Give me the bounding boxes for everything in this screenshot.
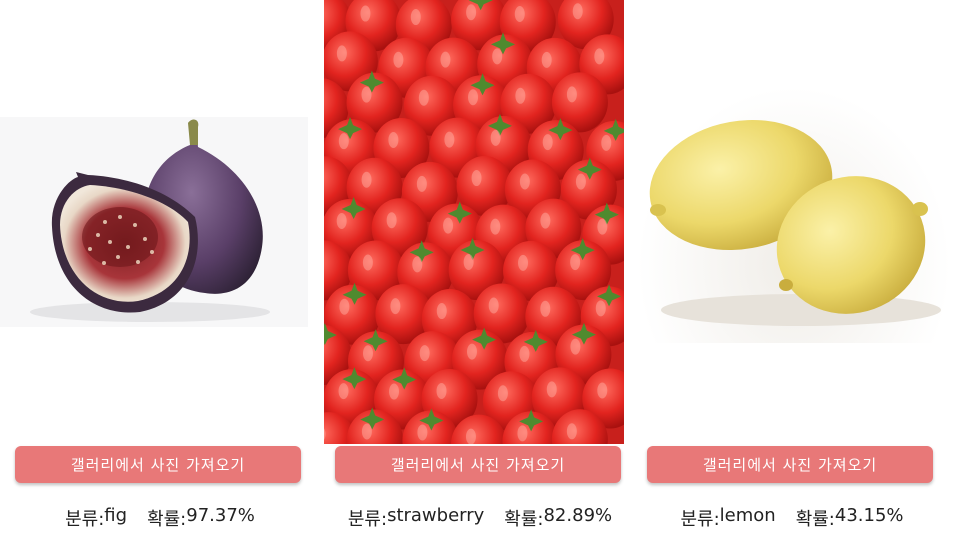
probability-value: 82.89% bbox=[543, 505, 613, 526]
classifier-panel-fig: 갤러리에서 사진 가져오기 분류: fig 확률: 97.37% bbox=[0, 0, 320, 550]
gallery-import-label: 갤러리에서 사진 가져오기 bbox=[702, 456, 878, 474]
class-label: 분류: bbox=[347, 509, 388, 530]
class-value: strawberry bbox=[387, 505, 485, 526]
class-value: lemon bbox=[719, 505, 776, 526]
classification-result: 분류: fig 확률: 97.37% bbox=[0, 505, 320, 531]
gallery-import-button[interactable]: 갤러리에서 사진 가져오기 bbox=[647, 446, 933, 483]
strawberry-photo bbox=[324, 0, 624, 444]
gallery-import-button[interactable]: 갤러리에서 사진 가져오기 bbox=[335, 446, 621, 483]
lemon-photo bbox=[636, 85, 952, 343]
class-value: fig bbox=[104, 505, 128, 526]
classifier-panel-lemon: 갤러리에서 사진 가져오기 분류: lemon 확률: 43.15% bbox=[632, 0, 952, 550]
probability-value: 43.15% bbox=[834, 505, 904, 526]
class-label: 분류: bbox=[680, 509, 720, 530]
probability-label: 확률: bbox=[795, 509, 835, 530]
probability-label: 확률: bbox=[147, 509, 187, 530]
gallery-import-label: 갤러리에서 사진 가져오기 bbox=[390, 456, 566, 474]
probability-label: 확률: bbox=[504, 509, 544, 530]
gallery-import-label: 갤러리에서 사진 가져오기 bbox=[70, 456, 246, 474]
probability-value: 97.37% bbox=[186, 505, 255, 526]
fig-photo bbox=[0, 117, 308, 327]
class-label: 분류: bbox=[65, 509, 105, 530]
gallery-import-button[interactable]: 갤러리에서 사진 가져오기 bbox=[15, 446, 301, 483]
classification-result: 분류: strawberry 확률: 82.89% bbox=[320, 505, 640, 531]
classification-result: 분류: lemon 확률: 43.15% bbox=[632, 505, 952, 531]
classifier-panel-strawberry: 갤러리에서 사진 가져오기 분류: strawberry 확률: 82.89% bbox=[320, 0, 640, 550]
